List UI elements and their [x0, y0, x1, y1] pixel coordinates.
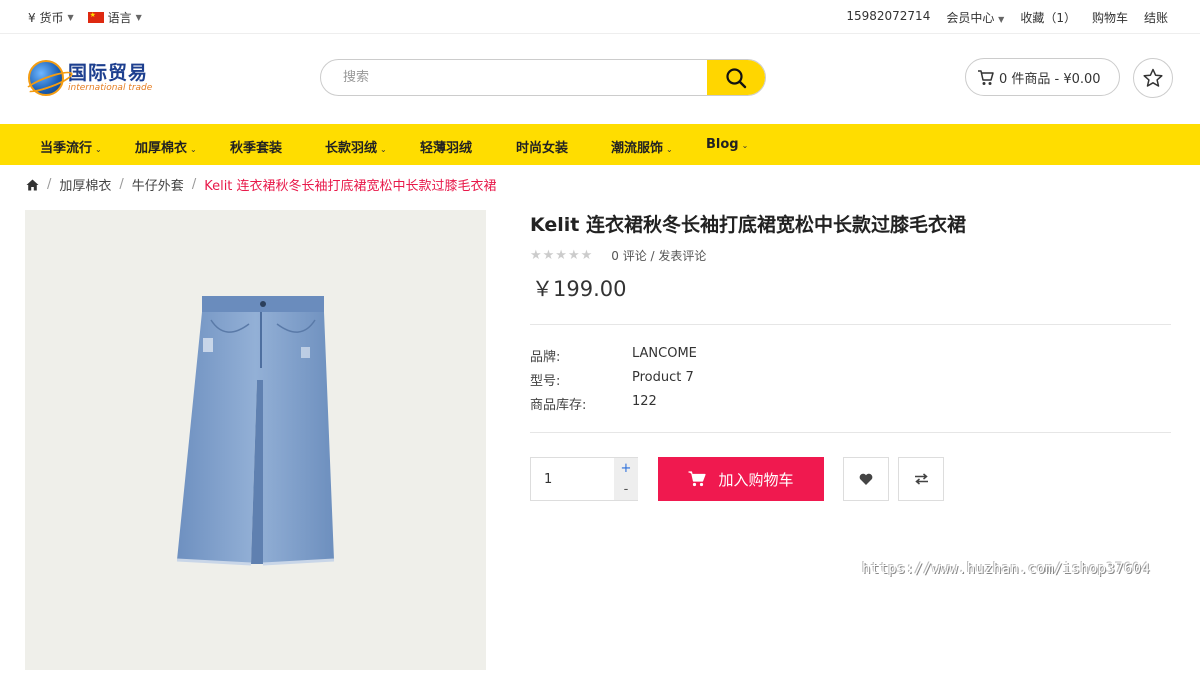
nav-item-seasonal[interactable]: 当季流行 ⌄ [40, 137, 102, 156]
quantity-decrease-button[interactable]: - [614, 479, 638, 500]
checkout-link[interactable]: 结账 [1144, 9, 1168, 26]
quantity-stepper: + - [530, 457, 638, 501]
phone-number: 15982072714 [846, 9, 931, 23]
chevron-down-icon: ⌄ [741, 141, 749, 150]
watermark-text: https://www.huzhan.com/ishop37604 [862, 561, 1151, 577]
product-price: ￥199.00 [532, 277, 627, 301]
site-logo[interactable]: 国际贸易 international trade [28, 60, 152, 96]
spec-label: 商品库存: [530, 398, 587, 413]
shopping-cart-icon [688, 471, 707, 487]
star-icon [1143, 68, 1163, 87]
chevron-down-icon: ▼ [67, 13, 74, 22]
reviews-link[interactable]: 0 评论 [611, 247, 646, 264]
nav-item-padded-cotton[interactable]: 加厚棉衣 ⌄ [135, 137, 197, 156]
nav-item-light-down[interactable]: 轻薄羽绒 [420, 137, 472, 156]
favorites-link[interactable]: 收藏（1） [1020, 9, 1076, 26]
logo-english-text: international trade [68, 83, 153, 93]
breadcrumb-link-padded-cotton[interactable]: 加厚棉衣 [59, 175, 111, 194]
cart-icon [978, 69, 994, 85]
jeans-product-photo [176, 296, 335, 566]
add-to-cart-label: 加入购物车 [718, 471, 794, 489]
currency-label: ¥ 货币 [28, 11, 64, 25]
rating-separator: / [646, 248, 659, 263]
breadcrumb-current: Kelit 连衣裙秋冬长袖打底裙宽松中长款过膝毛衣裙 [204, 179, 497, 194]
add-to-cart-button[interactable]: 加入购物车 [658, 457, 824, 501]
member-center-dropdown[interactable]: 会员中心 ▼ [946, 9, 1004, 26]
breadcrumb-separator: / [119, 177, 124, 192]
chevron-down-icon: ▼ [998, 15, 1005, 24]
compare-button[interactable] [898, 457, 944, 501]
wishlist-button[interactable] [1133, 58, 1173, 98]
chevron-down-icon: ⌄ [380, 145, 387, 154]
breadcrumb-separator: / [47, 177, 52, 192]
product-image[interactable] [25, 210, 486, 670]
breadcrumb-link-denim-jacket[interactable]: 牛仔外套 [132, 175, 184, 194]
cart-summary-label: 0 件商品 - ¥0.00 [999, 71, 1101, 87]
caret-down-icon: ▼ [135, 13, 142, 22]
spec-label: 品牌: [530, 350, 561, 365]
top-utility-bar: ¥ 货币 ▼ 语言 ▼ 15982072714 会员中心 ▼ 收藏（1） 购物车… [0, 0, 1200, 34]
account-links: 15982072714 会员中心 ▼ 收藏（1） 购物车 结账 [846, 9, 1168, 26]
search-input[interactable] [321, 60, 711, 95]
nav-item-trendy-apparel[interactable]: 潮流服饰 ⌄ [611, 137, 673, 156]
nav-item-autumn-sets[interactable]: 秋季套装 [230, 137, 282, 156]
product-specs: 品牌: LANCOME 型号: Product 7 商品库存: 122 [530, 346, 697, 418]
search-button[interactable] [707, 60, 765, 95]
nav-item-fashion-women[interactable]: 时尚女装 [516, 137, 568, 156]
quantity-increase-button[interactable]: + [614, 458, 638, 479]
language-dropdown[interactable]: 语言 ▼ [87, 9, 142, 26]
divider [530, 432, 1171, 433]
divider [530, 324, 1171, 325]
locale-switchers: ¥ 货币 ▼ 语言 ▼ [28, 9, 142, 26]
spec-value-brand[interactable]: LANCOME [632, 346, 697, 370]
home-icon[interactable] [26, 179, 39, 191]
write-review-link[interactable]: 发表评论 [658, 247, 706, 264]
breadcrumb-separator: / [191, 177, 197, 192]
header-cart-summary[interactable]: 0 件商品 - ¥0.00 [965, 58, 1120, 96]
language-label: 语言 [107, 11, 132, 25]
spec-value-stock: 122 [632, 394, 657, 409]
quantity-input[interactable] [531, 458, 614, 500]
logo-chinese-text: 国际贸易 [68, 62, 149, 84]
spec-row-model: 型号: Product 7 [530, 370, 697, 394]
currency-dropdown[interactable]: ¥ 货币 ▼ [28, 9, 74, 26]
chevron-down-icon: ⌄ [190, 145, 197, 154]
spec-row-stock: 商品库存: 122 [530, 394, 697, 418]
globe-logo-icon [28, 60, 64, 96]
nav-item-long-down[interactable]: 长款羽绒 ⌄ [325, 137, 387, 156]
rating-stars-icon: ★★★★★ [530, 248, 594, 263]
spec-label: 型号: [530, 374, 561, 389]
exchange-arrows-icon [914, 473, 928, 485]
product-title: Kelit 连衣裙秋冬长袖打底裙宽松中长款过膝毛衣裙 [530, 214, 966, 236]
add-to-wishlist-button[interactable] [843, 457, 889, 501]
cart-link[interactable]: 购物车 [1092, 9, 1128, 26]
product-rating: ★★★★★ 0 评论 / 发表评论 [530, 247, 706, 264]
spec-row-brand: 品牌: LANCOME [530, 346, 697, 370]
main-navigation: 当季流行 ⌄ 加厚棉衣 ⌄ 秋季套装 长款羽绒 ⌄ 轻薄羽绒 时尚女装 潮流服饰 ⌄ B… [0, 124, 1200, 165]
chevron-down-icon: ⌄ [95, 145, 102, 154]
spec-value-model: Product 7 [632, 370, 694, 385]
nav-item-blog[interactable]: Blog ⌄ [706, 137, 748, 152]
breadcrumb: / 加厚棉衣 / 牛仔外套 / Kelit 连衣裙秋冬长袖打底裙宽松中长款过膝毛… [26, 175, 497, 194]
search-bar [320, 59, 766, 96]
heart-icon [859, 473, 873, 485]
search-icon [726, 67, 747, 88]
china-flag-icon [87, 11, 104, 23]
chevron-down-icon: ⌄ [666, 145, 673, 154]
